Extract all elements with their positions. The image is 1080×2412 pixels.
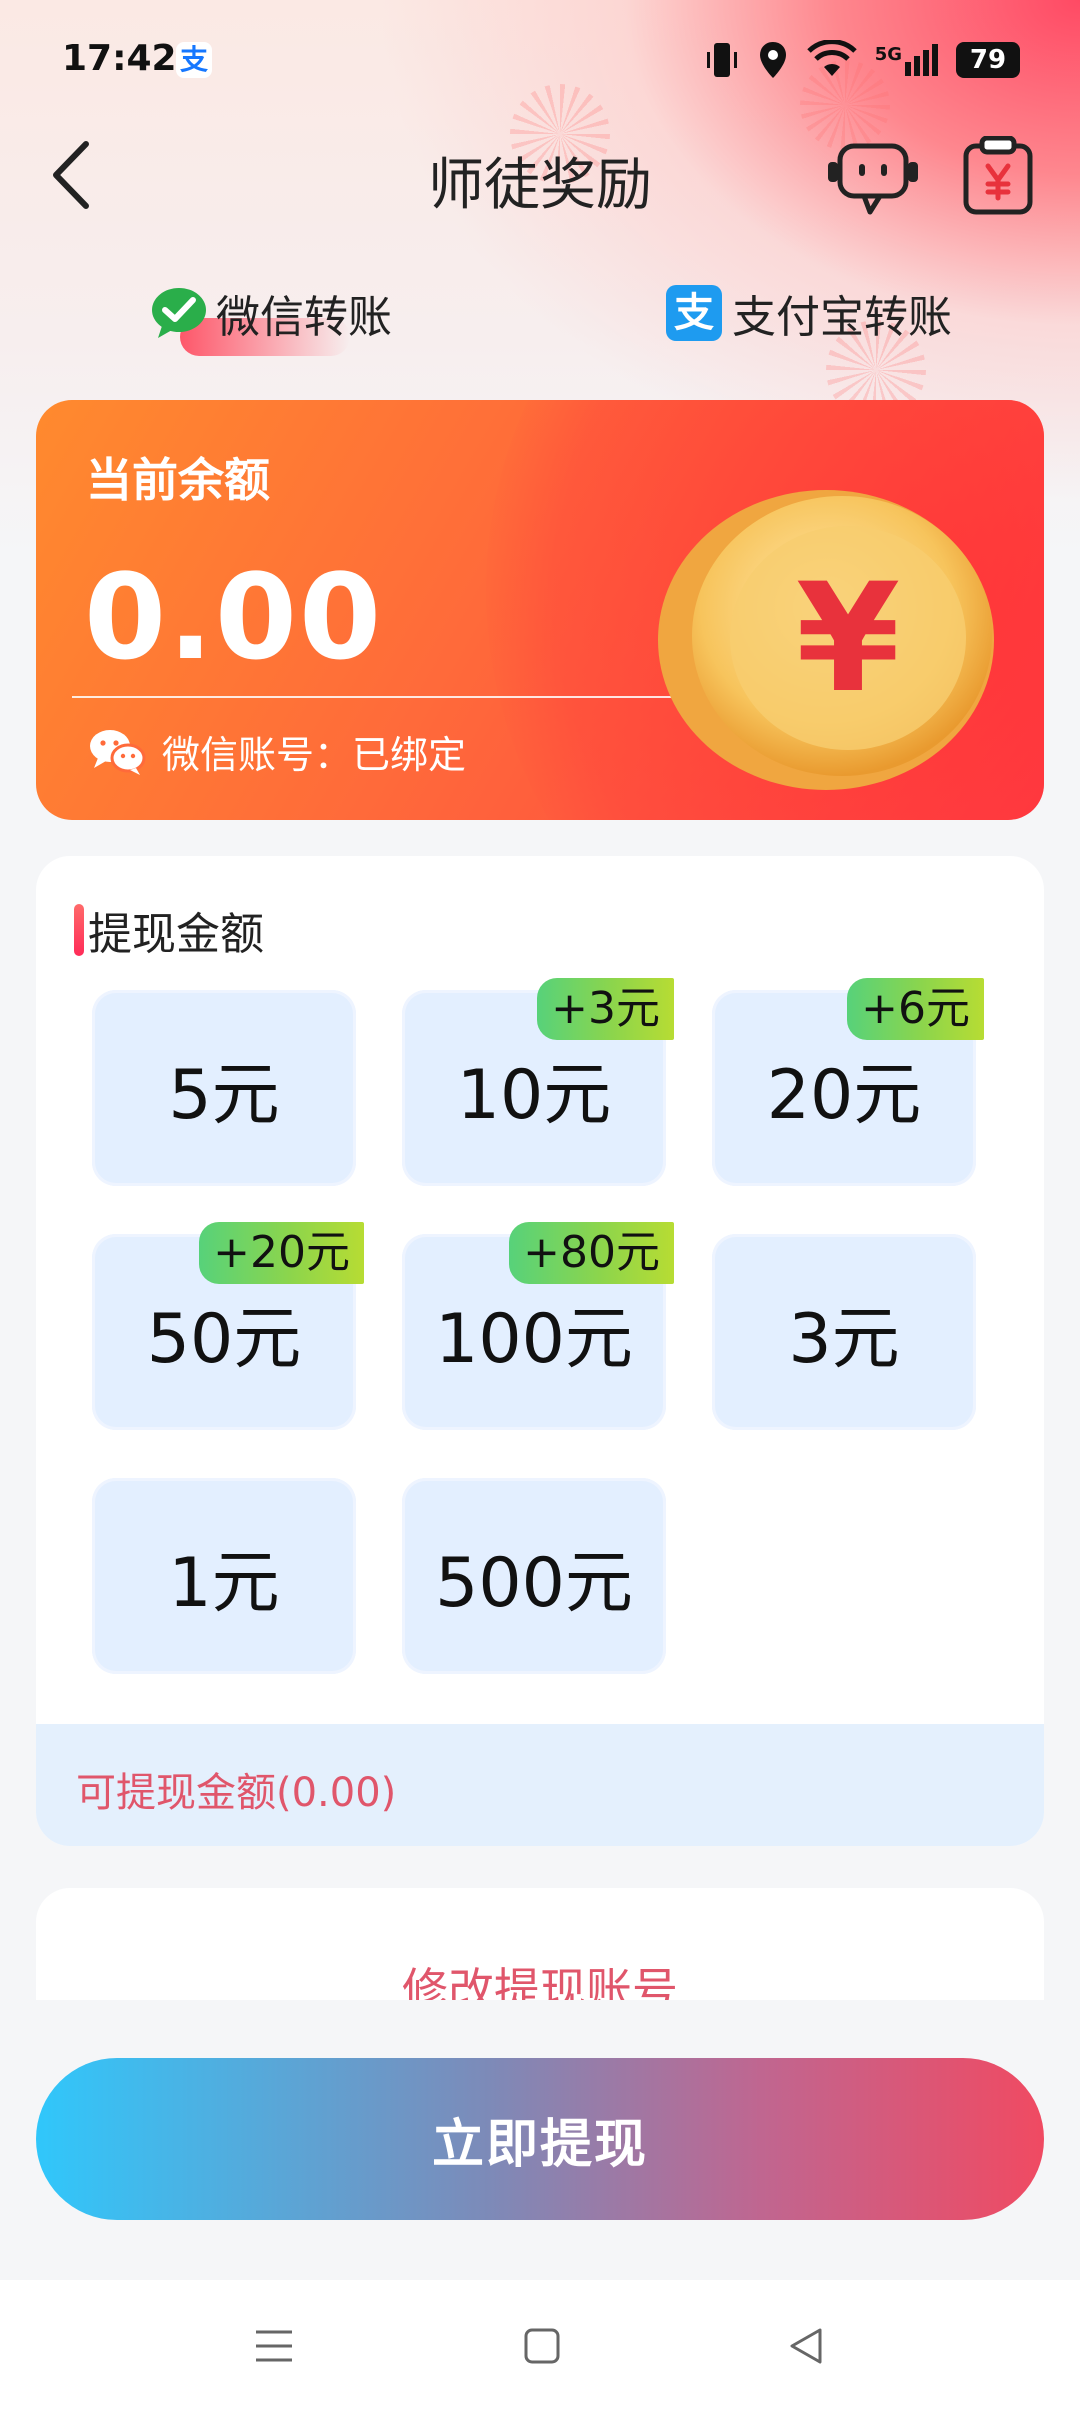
menu-icon <box>256 2330 292 2362</box>
amount-option-1[interactable]: 1元 <box>92 1478 356 1674</box>
modify-account-label: 修改提现账号 <box>402 1963 678 2000</box>
amount-option-label: 100元 <box>435 1299 633 1379</box>
amount-option-label: 20元 <box>766 1055 922 1135</box>
balance-label: 当前余额 <box>86 453 270 507</box>
amount-option-20[interactable]: 20元 +6元 <box>712 978 984 1186</box>
wechat-icon <box>150 286 208 340</box>
available-amount: 可提现金额(0.00) <box>76 1770 397 1816</box>
bonus-badge: +80元 <box>509 1222 674 1284</box>
menu-nav-button[interactable] <box>254 2326 294 2370</box>
withdraw-now-button[interactable]: 立即提现 <box>36 2058 1044 2220</box>
alipay-icon: 支 <box>666 285 722 341</box>
bill-icon <box>963 135 1033 215</box>
amount-option-label: 5元 <box>168 1055 280 1135</box>
battery-indicator: 79 <box>956 42 1020 78</box>
divider <box>72 696 672 698</box>
vibrate-icon <box>706 43 737 77</box>
home-nav-button[interactable] <box>522 2326 562 2370</box>
amount-option-label: 10元 <box>456 1055 612 1135</box>
coin-symbol: ¥ <box>796 552 900 726</box>
status-time: 17:42 <box>62 38 177 79</box>
amount-option-label: 500元 <box>435 1543 633 1623</box>
status-bar: 17:42 支 5G 79 <box>0 0 1080 120</box>
amount-option-label: 1元 <box>168 1543 280 1623</box>
home-square-icon <box>524 2328 560 2364</box>
tab-alipay-transfer[interactable]: 支 支付宝转账 <box>666 278 952 348</box>
withdraw-record-button[interactable] <box>962 135 1034 216</box>
tab-alipay-label: 支付宝转账 <box>732 292 952 343</box>
tab-wechat-label: 微信转账 <box>216 292 392 343</box>
amount-option-50[interactable]: 50元 +20元 <box>92 1222 364 1430</box>
modify-account-button[interactable]: 修改提现账号 <box>36 1888 1044 2000</box>
available-amount-bar: 可提现金额(0.00) <box>36 1724 1044 1846</box>
alipay-notification-icon: 支 <box>176 42 212 78</box>
amount-option-label: 50元 <box>146 1299 302 1379</box>
wifi-icon <box>806 40 857 76</box>
status-icons: 5G 79 <box>705 40 1020 80</box>
back-nav-button[interactable] <box>786 2326 826 2370</box>
coin-icon: ¥ <box>626 460 1006 800</box>
amount-option-10[interactable]: 10元 +3元 <box>402 978 674 1186</box>
withdraw-amount-card: 提现金额 5元 10元 +3元 20元 +6元 50元 +20元 100元 +8… <box>36 856 1044 1846</box>
modify-account-section: 修改提现账号 <box>0 1880 1080 2000</box>
bonus-badge: +3元 <box>537 978 674 1040</box>
system-navigation-bar <box>0 2280 1080 2412</box>
tab-wechat-transfer[interactable]: 微信转账 <box>150 278 392 348</box>
wechat-icon <box>90 729 146 775</box>
bonus-badge: +20元 <box>199 1222 364 1284</box>
location-icon <box>759 42 786 78</box>
amount-option-500[interactable]: 500元 <box>402 1478 666 1674</box>
signal-icon: 5G <box>875 44 938 76</box>
binding-text: 微信账号：已绑定 <box>162 733 467 777</box>
balance-value: 0.00 <box>84 548 384 686</box>
amount-option-label: 3元 <box>788 1299 900 1379</box>
bonus-badge: +6元 <box>847 978 984 1040</box>
amount-option-5[interactable]: 5元 <box>92 990 356 1186</box>
wechat-binding-status: 微信账号：已绑定 <box>88 724 466 779</box>
amount-option-3[interactable]: 3元 <box>712 1234 976 1430</box>
customer-service-button[interactable] <box>826 138 920 220</box>
amount-option-100[interactable]: 100元 +80元 <box>402 1222 674 1430</box>
withdraw-amount-title: 提现金额 <box>88 909 264 960</box>
balance-card: 当前余额 0.00 微信账号：已绑定 ¥ <box>36 400 1044 820</box>
title-accent-bar <box>74 904 84 956</box>
chat-bot-icon <box>828 143 918 215</box>
network-type: 5G <box>874 44 902 65</box>
section-title: 提现金额 <box>74 898 264 962</box>
back-triangle-icon <box>790 2328 822 2364</box>
